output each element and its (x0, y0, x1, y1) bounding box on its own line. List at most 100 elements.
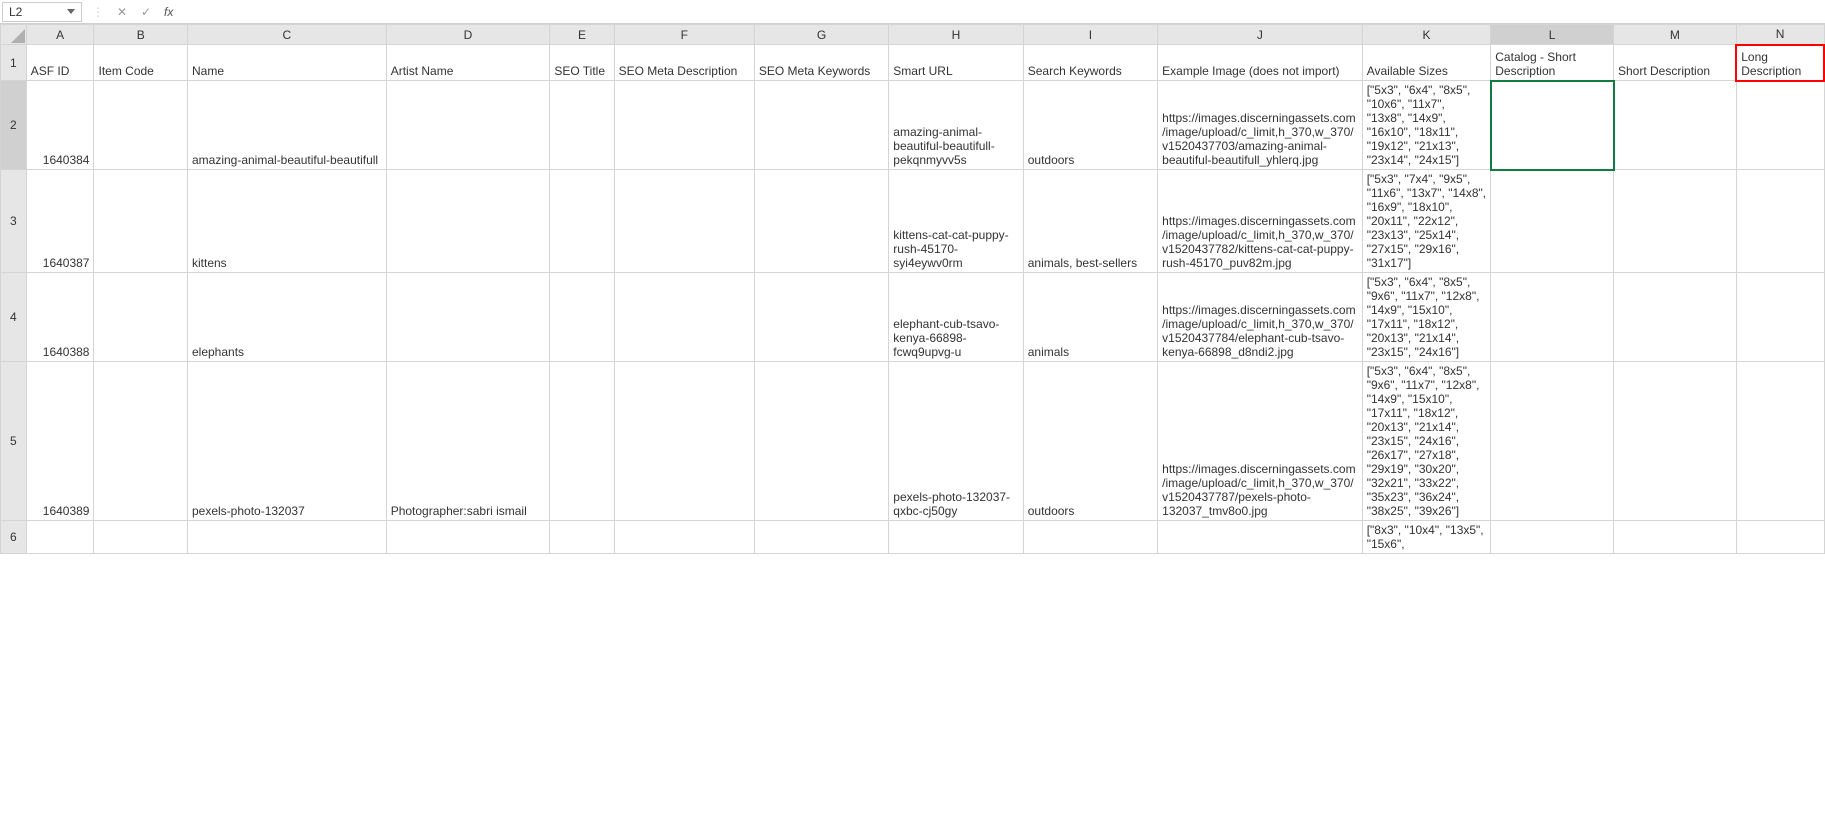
cell-D3[interactable] (386, 170, 550, 273)
cell-G3[interactable] (754, 170, 888, 273)
cell-L6[interactable] (1491, 521, 1614, 554)
cell-F4[interactable] (614, 273, 754, 362)
cell-K6[interactable]: ["8x3", "10x4", "13x5", "15x6", (1362, 521, 1491, 554)
select-all-cell[interactable] (1, 25, 27, 45)
cell-A6[interactable] (26, 521, 94, 554)
cell-J5[interactable]: https://images.discerningassets.com/imag… (1158, 362, 1363, 521)
cell-E4[interactable] (550, 273, 614, 362)
column-header-E[interactable]: E (550, 25, 614, 45)
row-header-2[interactable]: 2 (1, 81, 27, 170)
cell-J2[interactable]: https://images.discerningassets.com/imag… (1158, 81, 1363, 170)
cell-H5[interactable]: pexels-photo-132037-qxbc-cj50gy (889, 362, 1023, 521)
cell-A4[interactable]: 1640388 (26, 273, 94, 362)
cell-C2[interactable]: amazing-animal-beautiful-beautifull (187, 81, 386, 170)
column-header-B[interactable]: B (94, 25, 188, 45)
cell-D5[interactable]: Photographer:sabri ismail (386, 362, 550, 521)
cell-J1[interactable]: Example Image (does not import) (1158, 45, 1363, 81)
cell-F2[interactable] (614, 81, 754, 170)
cell-D6[interactable] (386, 521, 550, 554)
cell-I2[interactable]: outdoors (1023, 81, 1157, 170)
cell-A1[interactable]: ASF ID (26, 45, 94, 81)
cell-G6[interactable] (754, 521, 888, 554)
cell-I6[interactable] (1023, 521, 1157, 554)
cell-H6[interactable] (889, 521, 1023, 554)
cell-M2[interactable] (1614, 81, 1737, 170)
cell-G2[interactable] (754, 81, 888, 170)
cell-E5[interactable] (550, 362, 614, 521)
cell-I5[interactable]: outdoors (1023, 362, 1157, 521)
check-icon[interactable]: ✓ (138, 4, 154, 20)
cell-K5[interactable]: ["5x3", "6x4", "8x5", "9x6", "11x7", "12… (1362, 362, 1491, 521)
cell-F5[interactable] (614, 362, 754, 521)
cell-F1[interactable]: SEO Meta Description (614, 45, 754, 81)
cell-A2[interactable]: 1640384 (26, 81, 94, 170)
cell-N4[interactable] (1736, 273, 1824, 362)
cell-K2[interactable]: ["5x3", "6x4", "8x5", "10x6", "11x7", "1… (1362, 81, 1491, 170)
row-header-4[interactable]: 4 (1, 273, 27, 362)
cell-D2[interactable] (386, 81, 550, 170)
cell-K1[interactable]: Available Sizes (1362, 45, 1491, 81)
row-header-5[interactable]: 5 (1, 362, 27, 521)
column-header-J[interactable]: J (1158, 25, 1363, 45)
cell-L1[interactable]: Catalog - Short Description (1491, 45, 1614, 81)
cell-E6[interactable] (550, 521, 614, 554)
cell-J4[interactable]: https://images.discerningassets.com/imag… (1158, 273, 1363, 362)
column-header-M[interactable]: M (1614, 25, 1737, 45)
row-header-6[interactable]: 6 (1, 521, 27, 554)
cell-C6[interactable] (187, 521, 386, 554)
cell-J6[interactable] (1158, 521, 1363, 554)
cell-F3[interactable] (614, 170, 754, 273)
cell-C3[interactable]: kittens (187, 170, 386, 273)
cell-D1[interactable]: Artist Name (386, 45, 550, 81)
cell-C4[interactable]: elephants (187, 273, 386, 362)
column-header-L[interactable]: L (1491, 25, 1614, 45)
cell-B2[interactable] (94, 81, 188, 170)
cell-H2[interactable]: amazing-animal-beautiful-beautifull-pekq… (889, 81, 1023, 170)
cell-H3[interactable]: kittens-cat-cat-puppy-rush-45170-syi4eyw… (889, 170, 1023, 273)
name-box[interactable]: L2 (2, 2, 82, 22)
spreadsheet-grid[interactable]: ABCDEFGHIJKLMN1ASF IDItem CodeNameArtist… (0, 24, 1825, 554)
cell-M4[interactable] (1614, 273, 1737, 362)
formula-input[interactable] (179, 2, 1825, 22)
column-header-D[interactable]: D (386, 25, 550, 45)
cell-L3[interactable] (1491, 170, 1614, 273)
cell-B3[interactable] (94, 170, 188, 273)
column-header-G[interactable]: G (754, 25, 888, 45)
cell-N2[interactable] (1736, 81, 1824, 170)
cell-I4[interactable]: animals (1023, 273, 1157, 362)
cell-A3[interactable]: 1640387 (26, 170, 94, 273)
cell-M5[interactable] (1614, 362, 1737, 521)
cell-B1[interactable]: Item Code (94, 45, 188, 81)
cancel-icon[interactable]: ✕ (114, 4, 130, 20)
column-header-K[interactable]: K (1362, 25, 1491, 45)
cell-K3[interactable]: ["5x3", "7x4", "9x5", "11x6", "13x7", "1… (1362, 170, 1491, 273)
cell-L2[interactable] (1491, 81, 1614, 170)
cell-C5[interactable]: pexels-photo-132037 (187, 362, 386, 521)
cell-E3[interactable] (550, 170, 614, 273)
cell-N5[interactable] (1736, 362, 1824, 521)
cell-E1[interactable]: SEO Title (550, 45, 614, 81)
row-header-1[interactable]: 1 (1, 45, 27, 81)
cell-B4[interactable] (94, 273, 188, 362)
column-header-F[interactable]: F (614, 25, 754, 45)
cell-H4[interactable]: elephant-cub-tsavo-kenya-66898-fcwq9upvg… (889, 273, 1023, 362)
cell-L5[interactable] (1491, 362, 1614, 521)
cell-I1[interactable]: Search Keywords (1023, 45, 1157, 81)
cell-M3[interactable] (1614, 170, 1737, 273)
cell-N1[interactable]: Long Description (1736, 45, 1824, 81)
column-header-N[interactable]: N (1736, 25, 1824, 45)
cell-J3[interactable]: https://images.discerningassets.com/imag… (1158, 170, 1363, 273)
cell-B5[interactable] (94, 362, 188, 521)
column-header-I[interactable]: I (1023, 25, 1157, 45)
column-header-H[interactable]: H (889, 25, 1023, 45)
row-header-3[interactable]: 3 (1, 170, 27, 273)
cell-E2[interactable] (550, 81, 614, 170)
cell-B6[interactable] (94, 521, 188, 554)
column-header-C[interactable]: C (187, 25, 386, 45)
cell-K4[interactable]: ["5x3", "6x4", "8x5", "9x6", "11x7", "12… (1362, 273, 1491, 362)
cell-N3[interactable] (1736, 170, 1824, 273)
cell-D4[interactable] (386, 273, 550, 362)
cell-C1[interactable]: Name (187, 45, 386, 81)
fx-label[interactable]: fx (164, 5, 173, 19)
cell-H1[interactable]: Smart URL (889, 45, 1023, 81)
